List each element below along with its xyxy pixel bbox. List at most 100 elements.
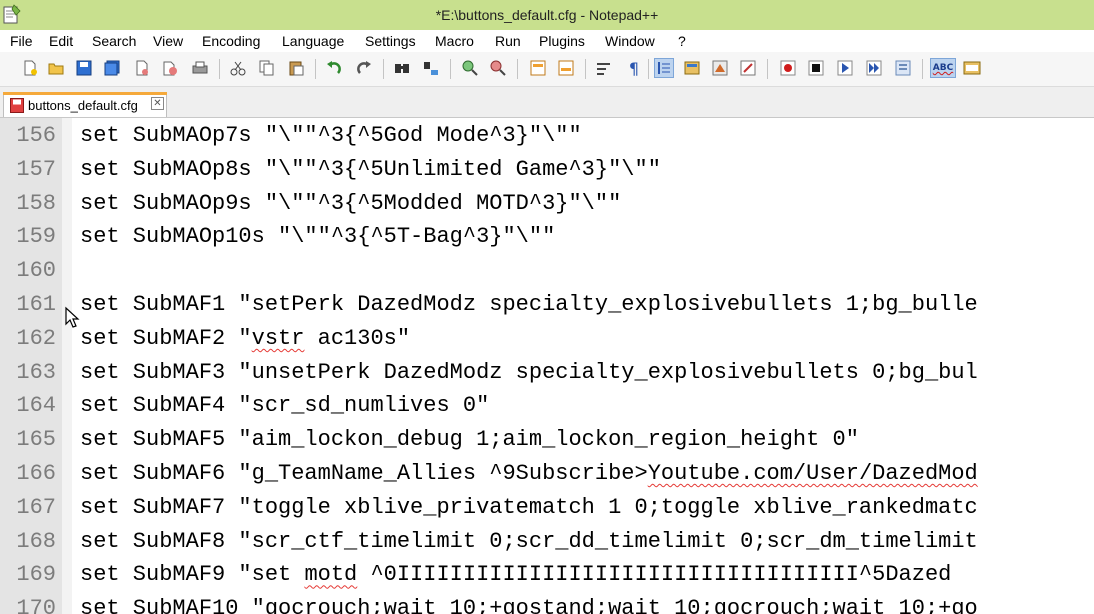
menu-edit[interactable]: Edit bbox=[49, 33, 73, 49]
close-all-icon[interactable] bbox=[160, 58, 180, 78]
show-all-chars-icon[interactable]: ¶ bbox=[624, 58, 644, 78]
menu-search[interactable]: Search bbox=[92, 33, 136, 49]
line-text[interactable]: set SubMAF5 "aim_lockon_debug 1;aim_lock… bbox=[80, 427, 859, 452]
line-text[interactable]: set SubMAF8 "scr_ctf_timelimit 0;scr_dd_… bbox=[80, 529, 978, 554]
line-text[interactable]: set SubMAF6 "g_TeamName_Allies ^9Subscri… bbox=[80, 461, 978, 486]
stop-record-icon[interactable] bbox=[806, 58, 826, 78]
redo-icon[interactable] bbox=[354, 58, 374, 78]
print-icon[interactable] bbox=[190, 58, 210, 78]
code-line[interactable]: 158 set SubMAOp9s "\""^3{^5Modded MOTD^3}… bbox=[0, 186, 1094, 220]
copy-icon[interactable] bbox=[257, 58, 277, 78]
editor-area[interactable]: 156 set SubMAOp7s "\""^3{^5God Mode^3}"\"… bbox=[0, 118, 1094, 614]
unsaved-file-icon bbox=[10, 98, 24, 118]
line-number: 167 bbox=[16, 494, 56, 520]
line-text[interactable]: set SubMAF2 "vstr ac130s" bbox=[80, 326, 410, 351]
menu-help[interactable]: ? bbox=[678, 33, 686, 49]
line-number: 169 bbox=[16, 562, 56, 588]
line-number: 165 bbox=[16, 427, 56, 453]
code-line[interactable]: 169 set SubMAF9 "set motd ^0IIIIIIIIIIIII… bbox=[0, 557, 1094, 591]
line-text[interactable]: set SubMAOp7s "\""^3{^5God Mode^3}"\"" bbox=[80, 123, 582, 148]
line-number: 163 bbox=[16, 359, 56, 385]
code-line[interactable]: 157 set SubMAOp8s "\""^3{^5Unlimited Game… bbox=[0, 152, 1094, 186]
code-line[interactable]: 170 set SubMAF10 "gocrouch;wait 10;+gosta… bbox=[0, 591, 1094, 614]
code-line[interactable]: 161 set SubMAF1 "setPerk DazedModz specia… bbox=[0, 287, 1094, 321]
line-text[interactable]: set SubMAF1 "setPerk DazedModz specialty… bbox=[80, 292, 978, 317]
menu-bar: File Edit Search View Encoding Language … bbox=[0, 30, 1094, 52]
code-line[interactable]: 168 set SubMAF8 "scr_ctf_timelimit 0;scr_… bbox=[0, 524, 1094, 558]
replace-icon[interactable] bbox=[421, 58, 441, 78]
code-line[interactable]: 163 set SubMAF3 "unsetPerk DazedModz spec… bbox=[0, 355, 1094, 389]
open-file-icon[interactable] bbox=[46, 58, 66, 78]
code-line[interactable]: 167 set SubMAF7 "toggle xblive_privatemat… bbox=[0, 490, 1094, 524]
indent-guide-icon[interactable] bbox=[654, 58, 674, 78]
menu-window[interactable]: Window bbox=[605, 33, 655, 49]
code-line[interactable]: 162 set SubMAF2 "vstr ac130s" bbox=[0, 321, 1094, 355]
line-text[interactable]: set SubMAF7 "toggle xblive_privatematch … bbox=[80, 495, 978, 520]
menu-plugins[interactable]: Plugins bbox=[539, 33, 585, 49]
line-number: 164 bbox=[16, 393, 56, 419]
line-text[interactable]: set SubMAF9 "set motd ^0IIIIIIIIIIIIIIII… bbox=[80, 562, 951, 587]
line-number: 156 bbox=[16, 123, 56, 148]
cut-icon[interactable] bbox=[228, 58, 248, 78]
menu-settings[interactable]: Settings bbox=[365, 33, 416, 49]
find-icon[interactable] bbox=[392, 58, 412, 78]
play-macro-icon[interactable] bbox=[835, 58, 855, 78]
menu-file[interactable]: File bbox=[10, 33, 33, 49]
code-line[interactable]: 166 set SubMAF6 "g_TeamName_Allies ^9Subs… bbox=[0, 456, 1094, 490]
new-file-icon[interactable] bbox=[20, 58, 40, 78]
sync-horizontal-icon[interactable] bbox=[556, 58, 576, 78]
tab-label: buttons_default.cfg bbox=[28, 98, 138, 113]
zoom-out-icon[interactable] bbox=[488, 58, 508, 78]
line-number: 158 bbox=[16, 190, 56, 216]
line-text[interactable]: set SubMAOp10s "\""^3{^5T-Bag^3}"\"" bbox=[80, 224, 555, 249]
tab-bar: buttons_default.cfg ✕ bbox=[0, 87, 1094, 118]
code-line[interactable]: 160 bbox=[0, 253, 1094, 287]
window-title: *E:\buttons_default.cfg - Notepad++ bbox=[435, 7, 659, 23]
close-icon[interactable] bbox=[132, 58, 152, 78]
tab-close-icon[interactable]: ✕ bbox=[151, 97, 164, 110]
function-list-icon[interactable] bbox=[738, 58, 758, 78]
word-wrap-icon[interactable] bbox=[594, 58, 614, 78]
doc-map-icon[interactable] bbox=[710, 58, 730, 78]
line-number: 166 bbox=[16, 461, 56, 486]
record-macro-icon[interactable] bbox=[778, 58, 798, 78]
code-line[interactable]: 156 set SubMAOp7s "\""^3{^5God Mode^3}"\"… bbox=[0, 118, 1094, 152]
line-text[interactable]: set SubMAF3 "unsetPerk DazedModz special… bbox=[80, 360, 978, 385]
menu-macro[interactable]: Macro bbox=[435, 33, 474, 49]
undo-icon[interactable] bbox=[324, 58, 344, 78]
menu-view[interactable]: View bbox=[153, 33, 183, 49]
spelling-error-mark: vstr bbox=[251, 325, 305, 351]
code-line[interactable]: 165 set SubMAF5 "aim_lockon_debug 1;aim_l… bbox=[0, 422, 1094, 456]
code-line[interactable]: 164 set SubMAF4 "scr_sd_numlives 0" bbox=[0, 388, 1094, 422]
spelling-error-mark: motd bbox=[304, 562, 358, 588]
sync-vertical-icon[interactable] bbox=[528, 58, 548, 78]
toolbar: ¶ ABC bbox=[0, 52, 1094, 87]
mouse-cursor-icon bbox=[64, 306, 80, 330]
menu-encoding[interactable]: Encoding bbox=[202, 33, 260, 49]
run-macro-multiple-icon[interactable] bbox=[864, 58, 884, 78]
menu-run[interactable]: Run bbox=[495, 33, 521, 49]
line-number: 162 bbox=[16, 325, 56, 351]
line-number: 157 bbox=[16, 156, 56, 182]
save-icon[interactable] bbox=[74, 58, 94, 78]
spell-check-settings-icon[interactable] bbox=[962, 58, 982, 78]
zoom-in-icon[interactable] bbox=[460, 58, 480, 78]
line-number: 159 bbox=[16, 224, 56, 250]
save-macro-icon[interactable] bbox=[893, 58, 913, 78]
line-number: 161 bbox=[16, 292, 56, 317]
line-number: 160 bbox=[16, 258, 56, 284]
code-line[interactable]: 159 set SubMAOp10s "\""^3{^5T-Bag^3}"\"" bbox=[0, 219, 1094, 253]
line-text[interactable]: set SubMAOp8s "\""^3{^5Unlimited Game^3}… bbox=[80, 157, 661, 182]
user-defined-language-icon[interactable] bbox=[682, 58, 702, 78]
title-bar: *E:\buttons_default.cfg - Notepad++ bbox=[0, 0, 1094, 30]
line-text[interactable]: set SubMAF4 "scr_sd_numlives 0" bbox=[80, 393, 489, 418]
line-number: 168 bbox=[16, 528, 56, 554]
line-text[interactable]: set SubMAOp9s "\""^3{^5Modded MOTD^3}"\"… bbox=[80, 191, 621, 216]
spell-check-icon[interactable]: ABC bbox=[930, 58, 956, 78]
menu-language[interactable]: Language bbox=[282, 33, 344, 49]
save-all-icon[interactable] bbox=[102, 58, 122, 78]
tab-buttons-default-cfg[interactable]: buttons_default.cfg ✕ bbox=[3, 92, 167, 117]
paste-icon[interactable] bbox=[286, 58, 306, 78]
line-text[interactable]: set SubMAF10 "gocrouch;wait 10;+gostand;… bbox=[80, 596, 978, 614]
line-number: 170 bbox=[16, 596, 56, 614]
